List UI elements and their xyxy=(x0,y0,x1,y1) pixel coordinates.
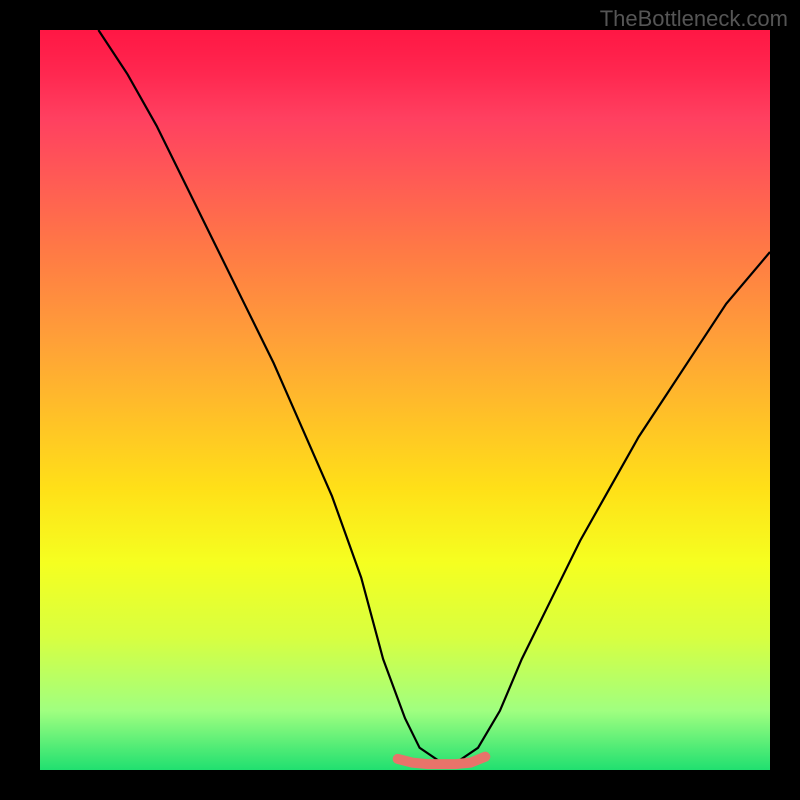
chart-svg xyxy=(40,30,770,770)
plot-area xyxy=(40,30,770,770)
bottleneck-curve-path xyxy=(98,30,770,763)
watermark-text: TheBottleneck.com xyxy=(600,6,788,32)
optimal-flat-band-path xyxy=(398,757,486,764)
